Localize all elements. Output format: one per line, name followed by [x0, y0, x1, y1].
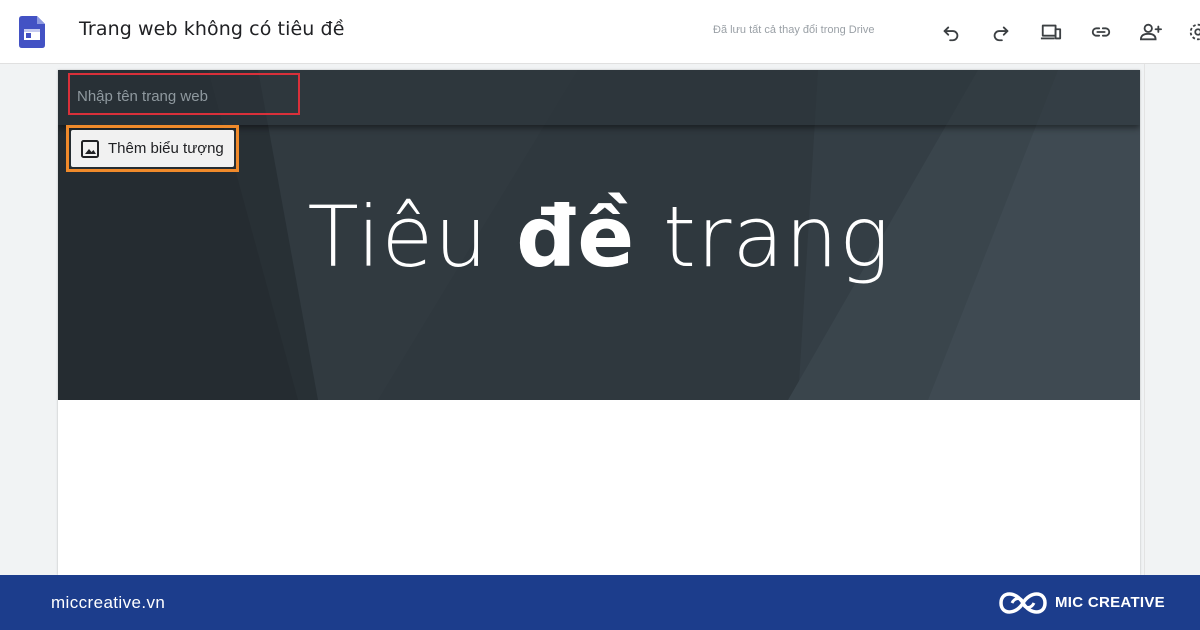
page-title-part-1: Tiêu: [307, 188, 517, 286]
link-icon: [1091, 27, 1111, 37]
add-person-icon: [1140, 23, 1162, 41]
share-button[interactable]: [1139, 20, 1163, 44]
footer-brand-name: MIC CREATIVE: [1055, 594, 1165, 611]
add-logo-highlight: Thêm biểu tượng: [66, 125, 239, 172]
add-logo-button[interactable]: Thêm biểu tượng: [71, 130, 234, 167]
document-title[interactable]: Trang web không có tiêu đề: [79, 18, 345, 40]
page-title-bold: đề: [516, 188, 636, 286]
page-title-part-2: trang: [635, 188, 891, 286]
page-canvas: Thêm biểu tượng Tiêu đề trang: [58, 70, 1140, 575]
settings-button[interactable]: [1187, 20, 1200, 44]
app-bar: Trang web không có tiêu đề Đã lưu tất cả…: [0, 0, 1200, 64]
undo-button[interactable]: [939, 20, 963, 44]
site-name-highlight: [68, 73, 300, 115]
undo-icon: [943, 26, 959, 42]
mic-creative-logo-icon: [999, 592, 1047, 614]
page-title[interactable]: Tiêu đề trang: [58, 188, 1140, 286]
redo-button[interactable]: [989, 20, 1013, 44]
site-header-bar: [58, 70, 1140, 125]
footer-url: miccreative.vn: [51, 593, 166, 612]
preview-devices-icon: [1040, 24, 1062, 40]
preview-button[interactable]: [1039, 20, 1063, 44]
redo-icon: [993, 26, 1009, 42]
gear-icon: [1189, 23, 1200, 41]
add-logo-label: Thêm biểu tượng: [108, 140, 224, 157]
site-name-input[interactable]: [77, 85, 289, 107]
header-banner[interactable]: Thêm biểu tượng Tiêu đề trang: [58, 70, 1140, 400]
image-icon: [81, 139, 99, 158]
save-status: Đã lưu tất cả thay đổi trong Drive: [713, 24, 875, 36]
copy-link-button[interactable]: [1089, 20, 1113, 44]
google-sites-logo-icon[interactable]: [19, 16, 45, 48]
right-gutter: [1144, 64, 1200, 576]
brand-footer: miccreative.vn MIC CREATIVE: [0, 575, 1200, 630]
